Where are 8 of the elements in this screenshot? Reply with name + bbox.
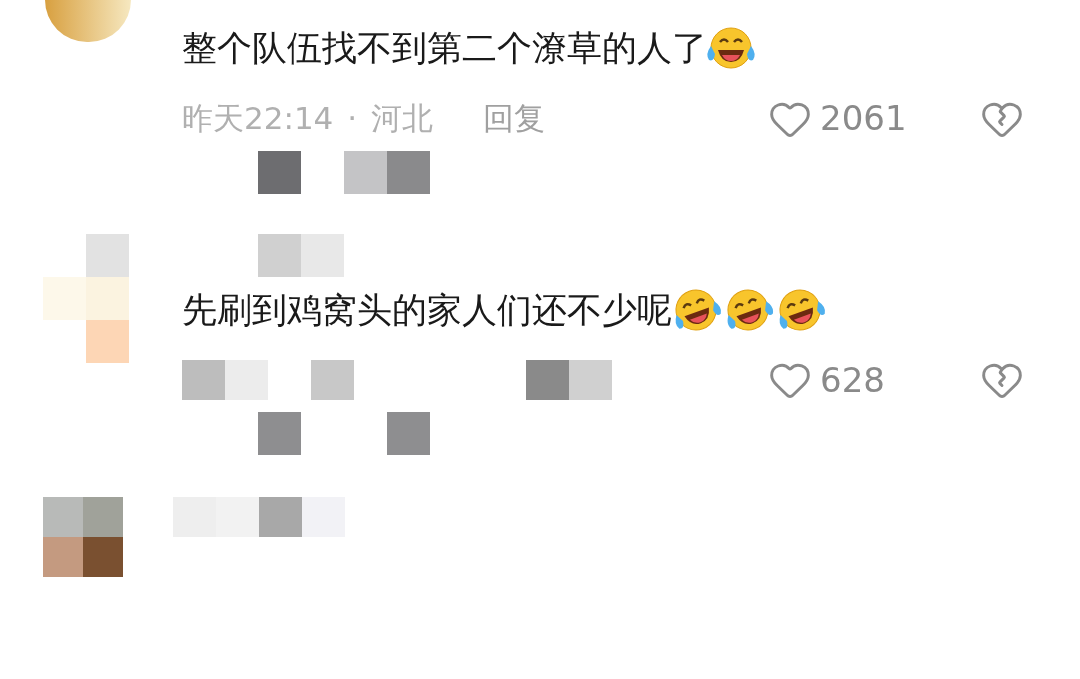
comment-text: 先刷到鸡窝头的家人们还不少呢 <box>182 288 672 332</box>
comment-text: 整个队伍找不到第二个潦草的人了 <box>182 27 707 70</box>
reply-button[interactable]: 回复 <box>483 95 546 142</box>
like-button[interactable]: 628 <box>768 354 928 406</box>
comment-time: 昨天22:14 <box>182 99 334 139</box>
separator-dot: · <box>347 99 358 139</box>
like-button[interactable]: 2061 <box>768 93 928 144</box>
comment-location: 河北 <box>371 99 434 139</box>
